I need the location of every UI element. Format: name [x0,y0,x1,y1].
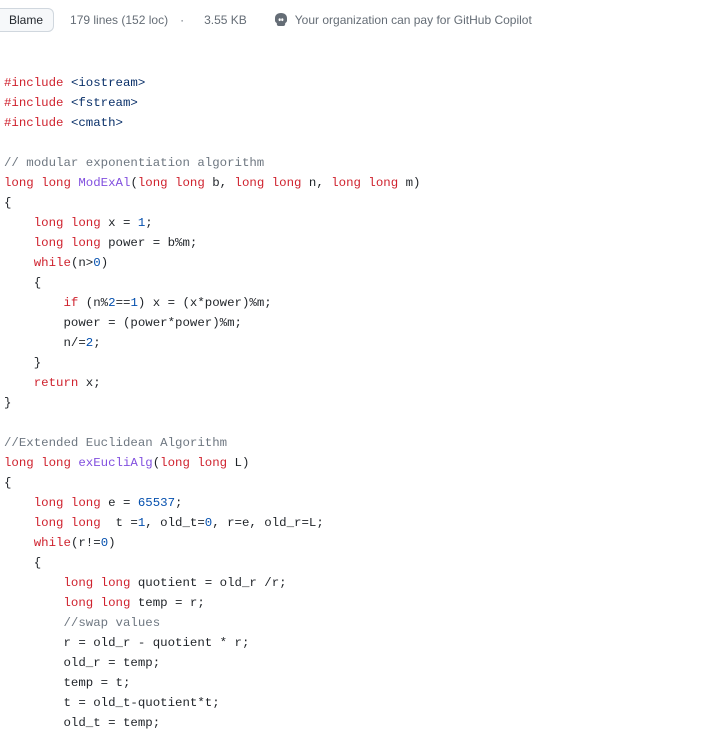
meta-separator: · [180,13,184,27]
code-token: ) [101,256,108,270]
file-size-meta: 3.55 KB [204,13,247,27]
code-token: { [34,556,41,570]
code-token: == [116,296,131,310]
code-token: long [41,456,71,470]
code-line: t = old_t-quotient*t; [4,696,220,710]
code-token: return [34,376,79,390]
code-token: long long [34,496,101,510]
code-token: ) [108,536,115,550]
code-token: power = b%m; [101,236,198,250]
code-token: long long [331,176,398,190]
code-token: t = [101,516,138,530]
code-token: long long [64,576,131,590]
code-token: while [34,256,71,270]
code-fn: exEucliAlg [78,456,152,470]
code-token: while [34,536,71,550]
copilot-upsell[interactable]: Your organization can pay for GitHub Cop… [273,12,532,28]
code-line: old_r = temp; [4,656,160,670]
code-token: long [4,176,34,190]
code-token: 2 [108,296,115,310]
code-line: temp = t; [4,676,130,690]
code-token: <fstream> [71,96,138,110]
code-token: n, [301,176,331,190]
copilot-text: Your organization can pay for GitHub Cop… [295,13,532,27]
code-token: ( [130,176,137,190]
code-token: #include [4,96,64,110]
code-token: long long [160,456,227,470]
code-token: quotient = old_r /r; [130,576,286,590]
code-token: long long [64,596,131,610]
code-comment: // modular exponentiation algorithm [4,156,264,170]
code-token: n/= [4,336,86,350]
code-token: long [41,176,71,190]
code-token: 1 [130,296,137,310]
code-token: L) [227,456,249,470]
code-token: long [4,456,34,470]
code-token: long long [34,516,101,530]
code-token: } [34,356,41,370]
code-comment: //Extended Euclidean Algorithm [4,436,227,450]
code-token: x = [101,216,138,230]
code-token: long long [34,216,101,230]
code-token: { [34,276,41,290]
code-token: (n> [71,256,93,270]
code-token: , old_t= [145,516,205,530]
code-comment: //swap values [64,616,161,630]
code-token: 65537 [138,496,175,510]
code-token: , r=e, old_r=L; [212,516,324,530]
blame-button[interactable]: Blame [0,8,54,32]
code-token: <cmath> [71,116,123,130]
code-token: long long [138,176,205,190]
code-token: ) x = (x*power)%m; [138,296,272,310]
code-token: (r!= [71,536,101,550]
code-token: { [4,196,11,210]
code-line: power = (power*power)%m; [4,316,242,330]
code-token: x; [78,376,100,390]
code-token: ; [93,336,100,350]
code-token: (n% [78,296,108,310]
code-token: if [64,296,79,310]
code-token: { [4,476,11,490]
code-token: 0 [93,256,100,270]
code-token: ; [175,496,182,510]
code-line: r = old_r - quotient * r; [4,636,249,650]
code-token: long long [34,236,101,250]
copilot-icon [273,12,289,28]
code-fn: ModExAl [78,176,130,190]
file-toolbar: Blame 179 lines (152 loc) · 3.55 KB Your… [0,0,720,43]
code-token: ; [145,216,152,230]
file-lines-meta: 179 lines (152 loc) [70,13,168,27]
code-token: b, [205,176,235,190]
code-token: } [4,396,11,410]
code-token: #include [4,116,64,130]
code-view: #include <iostream> #include <fstream> #… [0,43,720,733]
code-token: 0 [101,536,108,550]
code-token: #include [4,76,64,90]
code-token: m) [398,176,420,190]
code-token: e = [101,496,138,510]
code-token: long long [235,176,302,190]
code-token: <iostream> [71,76,145,90]
code-token: temp = r; [130,596,204,610]
